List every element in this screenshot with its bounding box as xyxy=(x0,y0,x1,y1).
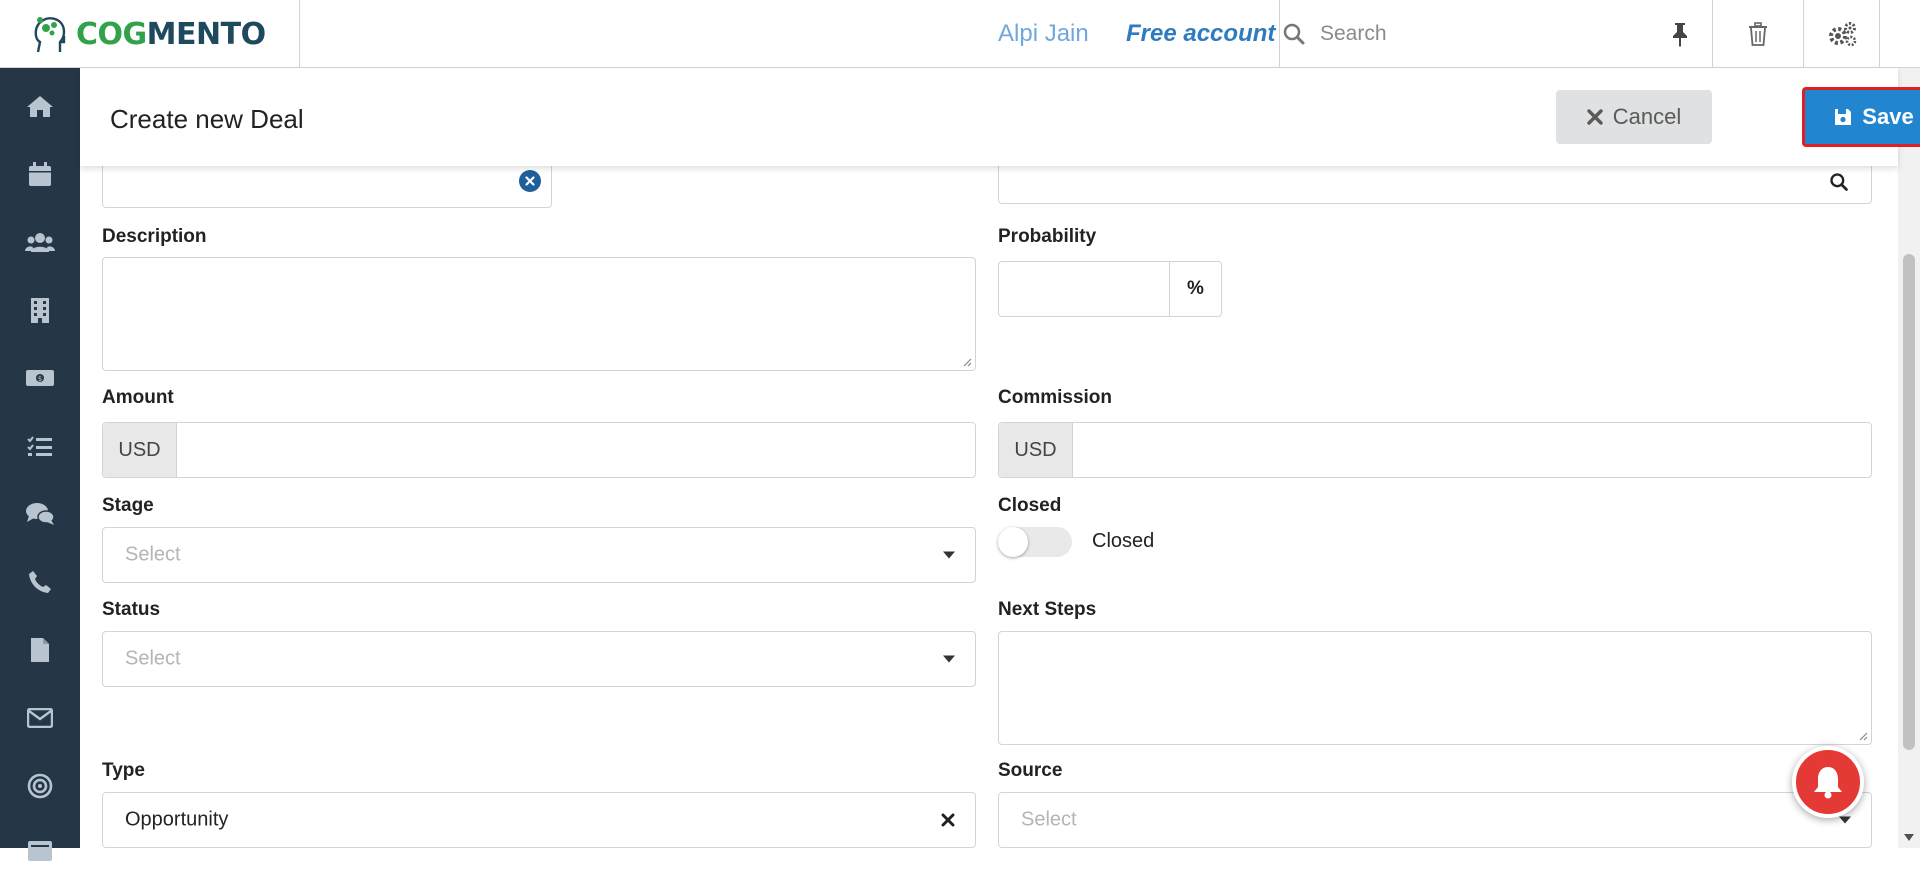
status-dropdown[interactable]: Select xyxy=(102,631,976,687)
sidebar-item-calls[interactable] xyxy=(0,557,80,607)
commission-input[interactable]: USD xyxy=(998,422,1872,478)
resize-grip-icon[interactable] xyxy=(1858,731,1868,741)
pin-button[interactable] xyxy=(1650,0,1710,68)
trash-icon xyxy=(1749,22,1767,46)
resize-grip-icon[interactable] xyxy=(962,357,972,367)
settings-button[interactable] xyxy=(1804,0,1880,68)
source-label: Source xyxy=(998,760,1063,781)
campaigns-icon xyxy=(27,773,53,799)
source-dropdown[interactable]: Select xyxy=(998,792,1872,848)
logo-text: COGMENTO xyxy=(76,17,266,52)
amount-label: Amount xyxy=(102,387,174,408)
sidebar-item-calendar[interactable] xyxy=(0,149,80,199)
percent-suffix: % xyxy=(1169,262,1221,316)
dropdown-caret-icon xyxy=(943,551,955,559)
probability-input[interactable]: % xyxy=(998,261,1222,317)
stage-label: Stage xyxy=(102,495,154,516)
email-icon xyxy=(27,708,53,728)
deals-icon: $ xyxy=(26,370,54,386)
status-label: Status xyxy=(102,599,161,620)
type-dropdown[interactable]: Opportunity xyxy=(102,792,976,848)
documents-icon xyxy=(31,638,49,662)
dropdown-caret-icon xyxy=(1839,816,1851,824)
sidebar-item-forms[interactable] xyxy=(0,826,80,876)
save-button[interactable]: Save xyxy=(1802,87,1920,147)
notification-bell-button[interactable] xyxy=(1792,746,1864,818)
top-bar: COGMENTO Alpi Jain Free account xyxy=(0,0,1920,68)
amount-input[interactable]: USD xyxy=(102,422,976,478)
sidebar-item-tasks[interactable] xyxy=(0,421,80,471)
logo-text-mento: MENTO xyxy=(146,16,266,52)
clear-selection-icon[interactable] xyxy=(941,813,955,827)
type-value: Opportunity xyxy=(125,808,229,831)
phone-icon xyxy=(29,571,51,593)
scroll-down-arrow-icon[interactable] xyxy=(1904,834,1914,842)
scrolled-field-right[interactable] xyxy=(998,166,1872,204)
page-title: Create new Deal xyxy=(110,104,304,134)
stage-placeholder: Select xyxy=(125,543,181,566)
trash-button[interactable] xyxy=(1712,0,1804,68)
forms-icon xyxy=(28,841,52,861)
companies-icon xyxy=(31,298,49,323)
cancel-button[interactable]: Cancel xyxy=(1556,90,1712,144)
status-placeholder: Select xyxy=(125,647,181,670)
dropdown-caret-icon xyxy=(943,655,955,663)
source-placeholder: Select xyxy=(1021,808,1077,831)
save-button-label: Save xyxy=(1862,104,1914,129)
sidebar-item-chat[interactable] xyxy=(0,489,80,539)
commission-currency: USD xyxy=(999,423,1073,477)
next-steps-textarea[interactable] xyxy=(998,631,1872,745)
search-icon xyxy=(1830,173,1848,191)
user-name[interactable]: Alpi Jain xyxy=(998,20,1089,48)
type-label: Type xyxy=(102,760,145,781)
search-icon xyxy=(1283,23,1305,45)
brain-head-icon xyxy=(34,17,66,53)
sidebar-item-companies[interactable] xyxy=(0,285,80,335)
sidebar: $ xyxy=(0,68,80,861)
logo[interactable]: COGMENTO xyxy=(0,0,300,68)
close-icon xyxy=(1587,109,1603,125)
sidebar-item-documents[interactable] xyxy=(0,625,80,675)
bell-icon xyxy=(1814,767,1842,799)
gears-icon xyxy=(1828,22,1856,47)
form-header: Create new Deal Cancel Save xyxy=(80,68,1920,166)
search-input[interactable] xyxy=(1320,22,1620,46)
scrolled-field-left[interactable] xyxy=(102,166,552,208)
description-textarea[interactable] xyxy=(102,257,976,371)
pin-icon xyxy=(1673,23,1687,47)
sidebar-item-campaigns[interactable] xyxy=(0,761,80,811)
closed-toggle[interactable] xyxy=(998,527,1072,557)
sidebar-item-deals[interactable]: $ xyxy=(0,353,80,403)
amount-currency: USD xyxy=(103,423,177,477)
probability-label: Probability xyxy=(998,226,1097,247)
closed-label: Closed xyxy=(998,495,1062,516)
clear-icon[interactable] xyxy=(518,169,542,193)
commission-label: Commission xyxy=(998,387,1113,408)
chat-icon xyxy=(26,503,55,525)
description-label: Description xyxy=(102,226,207,247)
svg-text:$: $ xyxy=(38,375,42,383)
floppy-disk-icon xyxy=(1835,109,1852,125)
deal-form: Description Probability % Amount USD Com… xyxy=(80,166,1898,848)
sidebar-item-home[interactable] xyxy=(0,81,80,131)
page-scrollbar[interactable] xyxy=(1898,68,1920,848)
sidebar-item-email[interactable] xyxy=(0,693,80,743)
next-steps-label: Next Steps xyxy=(998,599,1097,620)
sidebar-item-contacts[interactable] xyxy=(0,217,80,267)
scrollbar-thumb[interactable] xyxy=(1903,254,1915,750)
stage-dropdown[interactable]: Select xyxy=(102,527,976,583)
home-icon xyxy=(27,96,53,117)
account-type[interactable]: Free account xyxy=(1126,20,1275,48)
search-bar xyxy=(1279,0,1709,68)
contacts-icon xyxy=(25,233,55,252)
tasks-icon xyxy=(27,436,52,456)
closed-toggle-label[interactable]: Closed xyxy=(1092,530,1154,553)
calendar-icon xyxy=(29,162,51,186)
logo-text-cog: COG xyxy=(76,16,147,52)
toggle-knob xyxy=(998,527,1028,557)
cancel-button-label: Cancel xyxy=(1612,104,1682,129)
